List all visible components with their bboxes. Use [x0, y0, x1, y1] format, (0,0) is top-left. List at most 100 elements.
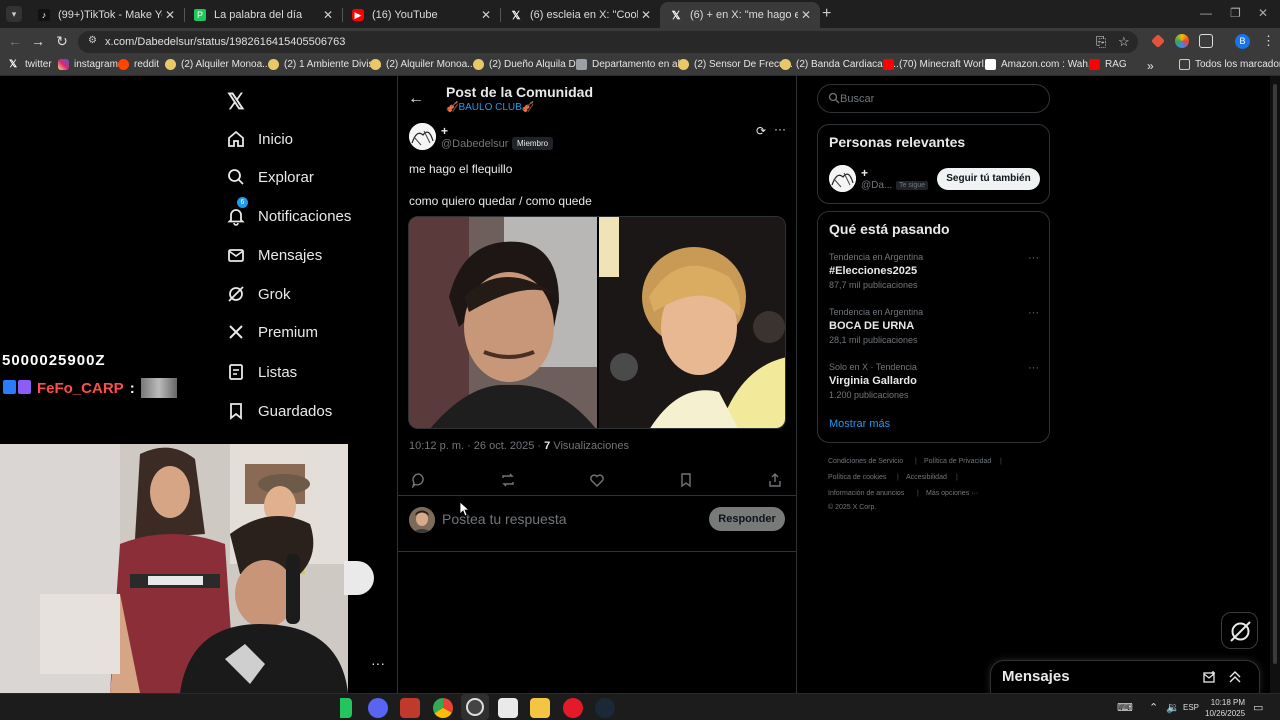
relevant-avatar[interactable]	[829, 165, 856, 192]
footer-link-privacy[interactable]: Política de Privacidad	[924, 458, 991, 465]
tab-youtube[interactable]: ▶ (16) YouTube ✕	[342, 2, 500, 28]
post-more-icon[interactable]: ···	[774, 122, 786, 136]
obs-taskbar-active[interactable]	[461, 694, 489, 720]
nav-notificaciones[interactable]: 6 Notificaciones	[226, 197, 351, 230]
steam-icon[interactable]	[595, 698, 615, 718]
close-icon[interactable]: ✕	[320, 8, 336, 22]
grok-floating-button[interactable]	[1221, 612, 1258, 649]
reply-icon[interactable]	[411, 472, 427, 488]
author-handle[interactable]: @Dabedelsur ·	[441, 138, 515, 150]
tab-x-escleia[interactable]: 𝕏 (6) escleia en X: "Cooked https:/ ✕	[500, 2, 660, 28]
relevant-name[interactable]: +	[861, 166, 868, 180]
bookmark-item[interactable]: (2) Banda Cardiaca J...	[780, 59, 899, 70]
nav-premium[interactable]: Premium	[226, 318, 318, 346]
trend-more-icon[interactable]: ···	[1028, 307, 1039, 319]
chrome-icon[interactable]	[433, 698, 453, 718]
footer-link-accessibility[interactable]: Accesibilidad	[906, 474, 947, 481]
star-icon[interactable]: ☆	[1118, 34, 1130, 50]
grok-explain-icon[interactable]: ⟳	[756, 124, 766, 138]
reply-button[interactable]: Responder	[709, 507, 785, 531]
new-tab-button[interactable]: +	[822, 5, 831, 23]
expand-icon[interactable]	[1228, 670, 1242, 684]
trend-more-icon[interactable]: ···	[1028, 252, 1039, 264]
bookmark-item[interactable]: (2) Sensor De Frecu...	[678, 59, 793, 70]
messages-drawer[interactable]: Mensajes	[990, 660, 1260, 693]
nav-guardados[interactable]: Guardados	[226, 397, 332, 425]
nav-listas[interactable]: Listas	[226, 358, 297, 386]
bookmark-instagram[interactable]: instagram	[58, 59, 118, 70]
close-icon[interactable]: ✕	[478, 8, 494, 22]
volume-icon[interactable]: 🔉	[1166, 701, 1180, 714]
follow-back-button[interactable]: Seguir tú también	[937, 168, 1040, 190]
bookmark-item[interactable]: (2) Dueño Alquila D...	[473, 59, 584, 70]
tray-chevron-icon[interactable]: ⌃	[1149, 701, 1158, 714]
extension-icon[interactable]	[1175, 34, 1189, 48]
author-name[interactable]: +	[441, 124, 448, 138]
footer-link-ads[interactable]: Información de anuncios	[828, 490, 904, 497]
page-scrollbar[interactable]	[1270, 76, 1280, 693]
bookmark-item[interactable]: Departamento en al...	[576, 59, 688, 70]
minimize-icon[interactable]: —	[1200, 6, 1212, 20]
close-icon[interactable]: ✕	[798, 8, 814, 22]
trend-more-icon[interactable]: ···	[1028, 362, 1039, 374]
close-window-icon[interactable]: ✕	[1258, 6, 1268, 20]
bookmark-item[interactable]: RAG	[1089, 59, 1127, 70]
close-icon[interactable]: ✕	[638, 8, 654, 22]
site-info-icon[interactable]: ⚙	[88, 35, 100, 47]
file-explorer-icon[interactable]	[530, 698, 550, 718]
keyboard-icon[interactable]: ⌨	[1117, 701, 1133, 714]
game-app-icon[interactable]	[400, 698, 420, 718]
footer-link-cookies[interactable]: Política de cookies	[828, 474, 886, 481]
clock[interactable]: 10:18 PM 10/26/2025	[1205, 697, 1245, 719]
forward-button[interactable]: →	[29, 33, 47, 49]
bookmark-item[interactable]: (2) 1 Ambiente Divis...	[268, 59, 382, 70]
back-arrow-icon[interactable]: ←	[408, 90, 424, 108]
new-message-icon[interactable]	[1203, 670, 1217, 684]
nav-grok[interactable]: Grok	[226, 280, 291, 308]
tab-tiktok[interactable]: ♪ (99+)TikTok - Make Your Day ✕	[28, 2, 184, 28]
bookmark-item[interactable]: (2) Alquiler Monoa...	[370, 59, 476, 70]
taskbar-app-icon[interactable]	[340, 698, 352, 718]
restore-icon[interactable]: ❐	[1230, 6, 1241, 20]
bookmark-item[interactable]: (2) Alquiler Monoa...	[165, 59, 271, 70]
close-icon[interactable]: ✕	[162, 8, 178, 22]
bookmark-twitter[interactable]: 𝕏twitter	[9, 59, 52, 70]
discord-icon[interactable]	[368, 698, 388, 718]
trend-item[interactable]: Tendencia en Argentina #Elecciones2025 8…	[829, 252, 1039, 290]
relevant-handle[interactable]: @Da...	[861, 180, 892, 191]
show-more-link[interactable]: Mostrar más	[829, 418, 890, 430]
notifications-icon[interactable]: ▭	[1253, 701, 1263, 714]
install-icon[interactable]: ⎘	[1096, 34, 1106, 50]
bookmark-icon[interactable]	[678, 472, 694, 488]
share-icon[interactable]	[767, 472, 783, 488]
like-icon[interactable]	[589, 472, 605, 488]
footer-link-terms[interactable]: Condiciones de Servicio	[828, 458, 903, 465]
profile-avatar[interactable]: B	[1235, 34, 1250, 49]
trend-item[interactable]: Solo en X · Tendencia Virginia Gallardo …	[829, 362, 1039, 400]
repost-icon[interactable]	[500, 472, 516, 488]
bookmark-item[interactable]: Amazon.com : Wah...	[985, 59, 1096, 70]
reload-button[interactable]: ↻	[53, 33, 71, 50]
language-indicator[interactable]: ESP	[1183, 703, 1199, 712]
nav-inicio[interactable]: Inicio	[226, 125, 293, 153]
url-text[interactable]: x.com/Dabedelsur/status/1982616415405506…	[105, 36, 345, 48]
bookmarks-overflow[interactable]: »	[1147, 59, 1154, 73]
bookmark-item[interactable]: (70) Minecraft Worl...	[883, 59, 992, 70]
all-bookmarks[interactable]: Todos los marcadores	[1179, 59, 1280, 70]
x-logo-icon[interactable]: 𝕏	[227, 89, 245, 115]
extensions-puzzle-icon[interactable]	[1199, 34, 1213, 48]
search-box[interactable]: Buscar	[817, 84, 1050, 113]
tab-search-button[interactable]: ▾	[6, 6, 22, 22]
community-link[interactable]: 🎻BAULO CLUB🎻	[446, 102, 534, 113]
author-avatar[interactable]	[409, 123, 436, 150]
bookmark-reddit[interactable]: reddit	[118, 59, 159, 70]
tab-x-active[interactable]: 𝕏 (6) + en X: "me hago el flequillo ✕	[660, 2, 820, 28]
address-bar[interactable]: ⚙ x.com/Dabedelsur/status/19826164154055…	[78, 31, 1138, 53]
back-button[interactable]: ←	[6, 33, 24, 49]
nav-mensajes[interactable]: Mensajes	[226, 241, 322, 269]
trend-item[interactable]: Tendencia en Argentina BOCA DE URNA 28,1…	[829, 307, 1039, 345]
tab-palabra[interactable]: P La palabra del día ✕	[184, 2, 342, 28]
post-timestamp[interactable]: 10:12 p. m. · 26 oct. 2025 ·	[409, 440, 544, 452]
opera-icon[interactable]	[563, 698, 583, 718]
nav-explorar[interactable]: Explorar	[226, 163, 314, 191]
